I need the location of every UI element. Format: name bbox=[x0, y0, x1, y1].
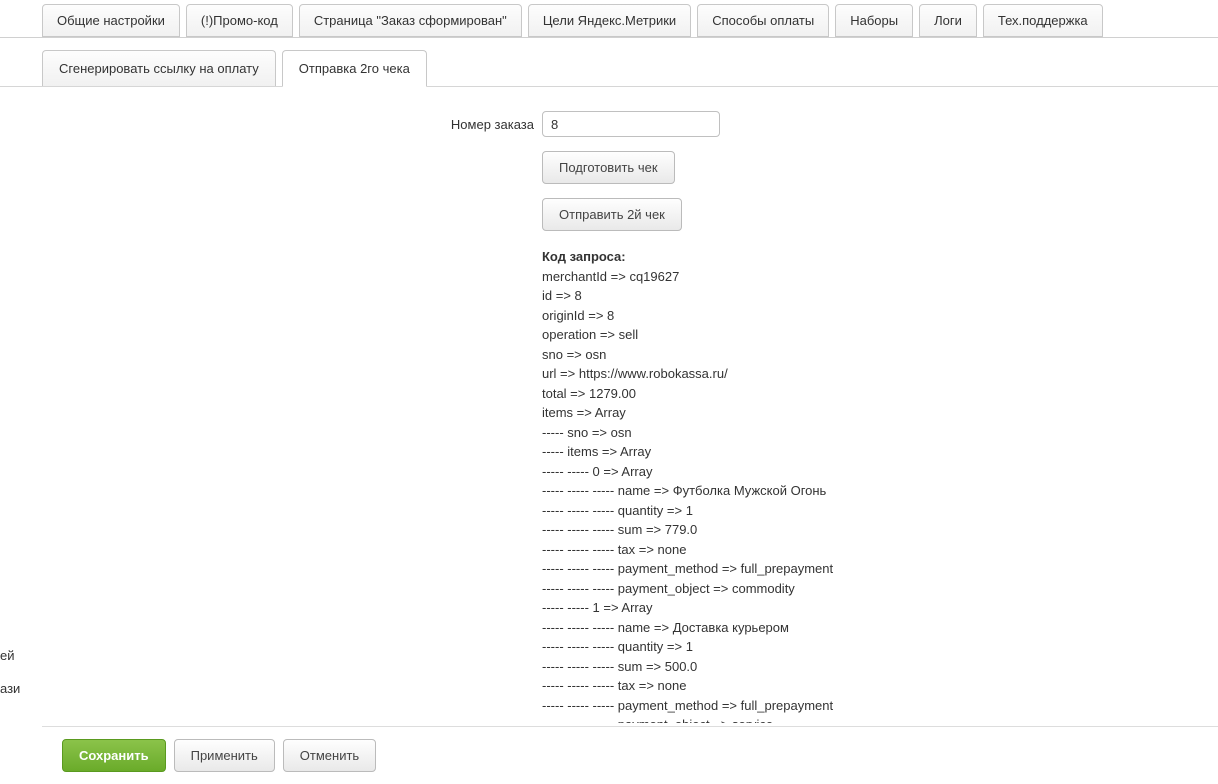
tab-promo-code[interactable]: (!)Промо-код bbox=[186, 4, 293, 37]
request-line: items => Array bbox=[542, 403, 1210, 423]
request-line: sno => osn bbox=[542, 345, 1210, 365]
order-number-row: Номер заказа bbox=[42, 111, 1210, 137]
request-line: ----- ----- ----- quantity => 1 bbox=[542, 501, 1210, 521]
side-text-line: ази bbox=[0, 673, 20, 706]
request-line: id => 8 bbox=[542, 286, 1210, 306]
prepare-button-row: Подготовить чек bbox=[42, 151, 1210, 184]
save-button[interactable]: Сохранить bbox=[62, 739, 166, 772]
request-line: ----- ----- ----- payment_method => full… bbox=[542, 696, 1210, 716]
prepare-receipt-button[interactable]: Подготовить чек bbox=[542, 151, 675, 184]
tab-yandex-metrika-goals[interactable]: Цели Яндекс.Метрики bbox=[528, 4, 691, 37]
request-line: ----- ----- ----- sum => 500.0 bbox=[542, 657, 1210, 677]
request-line: ----- ----- ----- payment_object => comm… bbox=[542, 579, 1210, 599]
subtab-generate-payment-link[interactable]: Сгенерировать ссылку на оплату bbox=[42, 50, 276, 86]
order-number-input[interactable] bbox=[542, 111, 720, 137]
request-line: ----- ----- 1 => Array bbox=[542, 598, 1210, 618]
request-line: ----- ----- ----- quantity => 1 bbox=[542, 637, 1210, 657]
top-tabs: Общие настройки (!)Промо-код Страница "З… bbox=[0, 0, 1218, 38]
request-code-block: Код запроса: merchantId => cq19627 id =>… bbox=[42, 247, 1210, 723]
side-text-line: ей bbox=[0, 640, 20, 673]
request-line: operation => sell bbox=[542, 325, 1210, 345]
side-truncated-text: ей ази bbox=[0, 640, 20, 705]
tab-payment-methods[interactable]: Способы оплаты bbox=[697, 4, 829, 37]
request-line: ----- ----- 0 => Array bbox=[542, 462, 1210, 482]
tab-order-formed-page[interactable]: Страница "Заказ сформирован" bbox=[299, 4, 522, 37]
footer-bar: Сохранить Применить Отменить bbox=[42, 726, 1218, 784]
request-line: merchantId => cq19627 bbox=[542, 267, 1210, 287]
request-line: url => https://www.robokassa.ru/ bbox=[542, 364, 1210, 384]
request-code-title: Код запроса: bbox=[542, 247, 1210, 267]
request-line: total => 1279.00 bbox=[542, 384, 1210, 404]
tab-sets[interactable]: Наборы bbox=[835, 4, 913, 37]
content-area: Номер заказа Подготовить чек Отправить 2… bbox=[42, 87, 1210, 723]
request-line: ----- ----- ----- sum => 779.0 bbox=[542, 520, 1210, 540]
request-line: originId => 8 bbox=[542, 306, 1210, 326]
tab-general-settings[interactable]: Общие настройки bbox=[42, 4, 180, 37]
request-line: ----- sno => osn bbox=[542, 423, 1210, 443]
request-line: ----- ----- ----- tax => none bbox=[542, 540, 1210, 560]
request-line: ----- ----- ----- payment_method => full… bbox=[542, 559, 1210, 579]
request-line: ----- ----- ----- name => Футболка Мужск… bbox=[542, 481, 1210, 501]
request-line: ----- ----- ----- tax => none bbox=[542, 676, 1210, 696]
apply-button[interactable]: Применить bbox=[174, 739, 275, 772]
send-second-receipt-button[interactable]: Отправить 2й чек bbox=[542, 198, 682, 231]
sub-tabs: Сгенерировать ссылку на оплату Отправка … bbox=[0, 38, 1218, 87]
tab-tech-support[interactable]: Тех.поддержка bbox=[983, 4, 1103, 37]
subtab-send-second-receipt[interactable]: Отправка 2го чека bbox=[282, 50, 427, 87]
cancel-button[interactable]: Отменить bbox=[283, 739, 376, 772]
send-button-row: Отправить 2й чек bbox=[42, 198, 1210, 231]
order-number-label: Номер заказа bbox=[42, 117, 542, 132]
request-line: ----- ----- ----- name => Доставка курье… bbox=[542, 618, 1210, 638]
request-line: ----- ----- ----- payment_object => serv… bbox=[542, 715, 1210, 723]
request-line: ----- items => Array bbox=[542, 442, 1210, 462]
tab-logs[interactable]: Логи bbox=[919, 4, 977, 37]
